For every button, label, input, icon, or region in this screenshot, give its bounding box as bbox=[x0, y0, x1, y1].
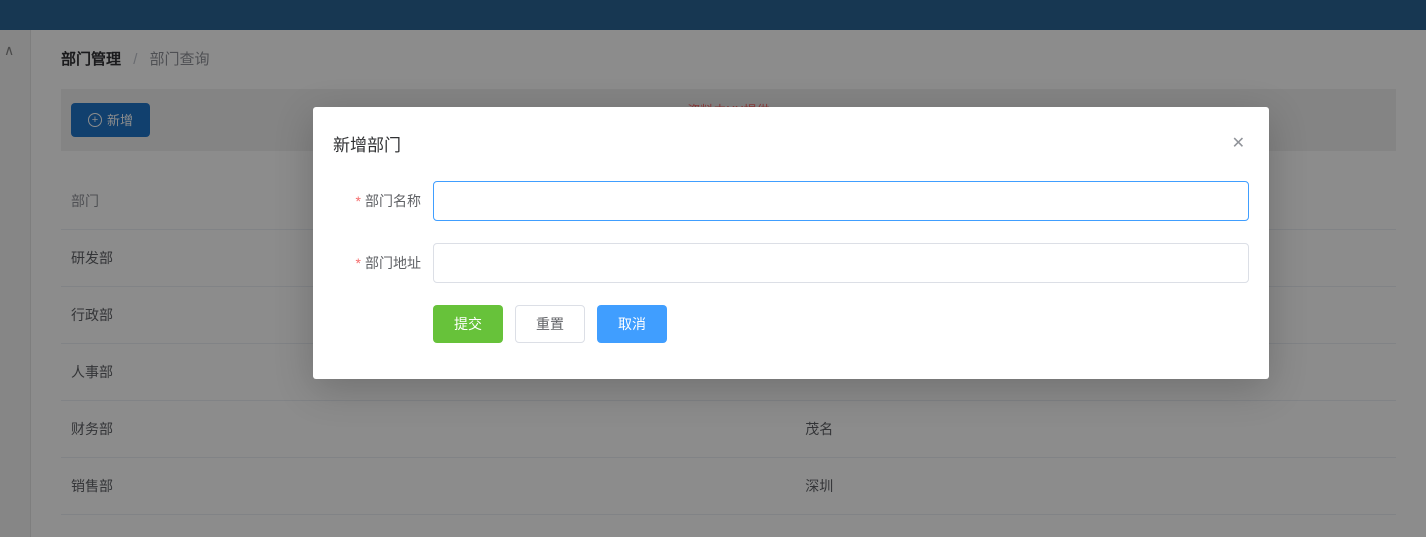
add-dept-modal: 新增部门 ✕ *部门名称 *部门地址 提交 重置 取消 bbox=[313, 107, 1269, 379]
dept-addr-input[interactable] bbox=[433, 243, 1249, 283]
name-label: *部门名称 bbox=[333, 191, 433, 211]
submit-button[interactable]: 提交 bbox=[433, 305, 503, 343]
dept-name-input[interactable] bbox=[433, 181, 1249, 221]
close-icon[interactable]: ✕ bbox=[1228, 129, 1249, 157]
addr-label: *部门地址 bbox=[333, 253, 433, 273]
cancel-button[interactable]: 取消 bbox=[597, 305, 667, 343]
modal-title: 新增部门 bbox=[333, 131, 401, 156]
reset-button[interactable]: 重置 bbox=[515, 305, 585, 343]
